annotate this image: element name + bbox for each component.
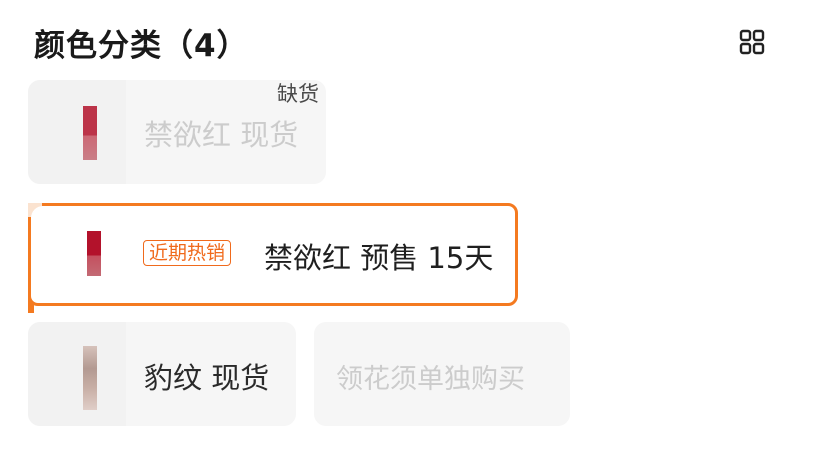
section-title: 颜色分类（4）	[34, 28, 249, 64]
grid-view-icon-glyph	[739, 29, 765, 55]
option-label: 豹纹 现货	[144, 361, 270, 395]
color-option-collar-separate[interactable]: 领花须单独购买	[314, 322, 570, 426]
option-label: 领花须单独购买	[336, 364, 525, 395]
sold-out-badge: 缺货	[277, 82, 319, 106]
option-label: 禁欲红 预售 15天	[264, 241, 494, 275]
red-swatch-image	[87, 231, 101, 276]
hot-selling-tag: 近期热销	[143, 240, 232, 266]
red-swatch-image	[83, 106, 97, 160]
leopard-swatch-image	[83, 346, 97, 410]
option-thumbnail	[31, 206, 115, 303]
option-thumbnail	[28, 322, 126, 426]
grid-view-icon[interactable]	[738, 28, 766, 56]
color-option-red-presale[interactable]: 近期热销 禁欲红 预售 15天	[28, 203, 518, 306]
option-label: 禁欲红 现货	[144, 118, 299, 152]
color-option-leopard-in-stock[interactable]: 豹纹 现货	[28, 322, 296, 426]
color-selector-panel: 颜色分类（4） 禁欲红 现货 缺货 近期热销 禁欲红 预售 15天 豹纹 现货	[0, 0, 813, 464]
option-thumbnail	[28, 80, 126, 184]
